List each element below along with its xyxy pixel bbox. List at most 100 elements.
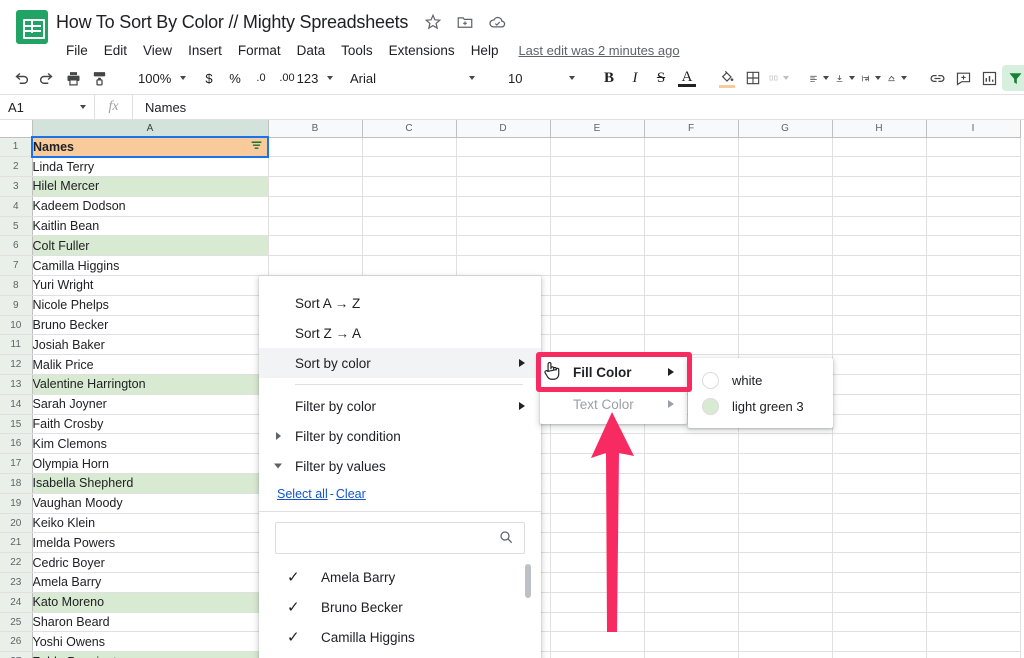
cloud-saved-icon[interactable] xyxy=(488,13,506,31)
row-header-8[interactable]: 8 xyxy=(0,275,33,296)
column-header-c[interactable]: C xyxy=(362,120,457,138)
cell-D5[interactable] xyxy=(456,216,551,237)
cell-A9[interactable]: Nicole Phelps xyxy=(32,295,269,316)
cell-I12[interactable] xyxy=(926,354,1021,376)
row-header-20[interactable]: 20 xyxy=(0,513,33,534)
row-header-2[interactable]: 2 xyxy=(0,156,33,178)
cell-H17[interactable] xyxy=(832,453,927,475)
cell-A3[interactable]: Hilel Mercer xyxy=(32,176,269,197)
menu-insert[interactable]: Insert xyxy=(180,40,230,61)
cell-C4[interactable] xyxy=(362,196,457,217)
row-header-1[interactable]: 1 xyxy=(0,137,33,158)
cell-A5[interactable]: Kaitlin Bean xyxy=(32,216,269,237)
fill-color-icon[interactable] xyxy=(714,65,740,91)
cell-F4[interactable] xyxy=(644,196,739,217)
cell-E26[interactable] xyxy=(550,631,645,653)
cell-E5[interactable] xyxy=(550,216,645,237)
cell-F27[interactable] xyxy=(644,651,739,658)
menu-tools[interactable]: Tools xyxy=(333,40,381,61)
cell-E17[interactable] xyxy=(550,453,645,475)
row-header-19[interactable]: 19 xyxy=(0,493,33,514)
cell-F11[interactable] xyxy=(644,334,739,356)
cell-I1[interactable] xyxy=(926,137,1021,158)
formula-input[interactable]: Names xyxy=(133,100,186,115)
cell-I3[interactable] xyxy=(926,176,1021,197)
cell-G18[interactable] xyxy=(738,473,833,494)
chart-icon[interactable] xyxy=(976,65,1002,91)
cell-G16[interactable] xyxy=(738,433,833,455)
cell-C3[interactable] xyxy=(362,176,457,197)
cell-A27[interactable]: Zelda Pennington xyxy=(32,651,269,658)
filter-value-item[interactable]: ✓Cedric Boyer xyxy=(259,652,541,658)
cell-F25[interactable] xyxy=(644,612,739,633)
cell-I27[interactable] xyxy=(926,651,1021,658)
print-icon[interactable] xyxy=(60,65,86,91)
font-size-chevron-icon[interactable] xyxy=(556,65,582,91)
row-header-21[interactable]: 21 xyxy=(0,532,33,554)
text-color-button[interactable]: A xyxy=(674,65,700,91)
link-icon[interactable] xyxy=(924,65,950,91)
cell-F2[interactable] xyxy=(644,156,739,178)
row-header-17[interactable]: 17 xyxy=(0,453,33,475)
cell-E8[interactable] xyxy=(550,275,645,296)
cell-H8[interactable] xyxy=(832,275,927,296)
cell-E24[interactable] xyxy=(550,592,645,613)
cell-I26[interactable] xyxy=(926,631,1021,653)
cell-E21[interactable] xyxy=(550,532,645,554)
cell-I11[interactable] xyxy=(926,334,1021,356)
filter-button-icon[interactable] xyxy=(250,139,263,155)
cell-F26[interactable] xyxy=(644,631,739,653)
redo-icon[interactable] xyxy=(34,65,60,91)
cell-A15[interactable]: Faith Crosby xyxy=(32,414,269,435)
cell-F7[interactable] xyxy=(644,255,739,277)
cell-F20[interactable] xyxy=(644,513,739,534)
cell-E19[interactable] xyxy=(550,493,645,514)
cell-F5[interactable] xyxy=(644,216,739,237)
cell-B1[interactable] xyxy=(268,137,363,158)
strikethrough-button[interactable]: S xyxy=(648,65,674,91)
cell-G4[interactable] xyxy=(738,196,833,217)
cell-H15[interactable] xyxy=(832,414,927,435)
cell-E4[interactable] xyxy=(550,196,645,217)
text-wrap-icon[interactable] xyxy=(858,65,884,91)
cell-G25[interactable] xyxy=(738,612,833,633)
cell-I13[interactable] xyxy=(926,374,1021,395)
cell-H22[interactable] xyxy=(832,552,927,574)
cell-I23[interactable] xyxy=(926,572,1021,593)
cell-A26[interactable]: Yoshi Owens xyxy=(32,631,269,653)
cell-F3[interactable] xyxy=(644,176,739,197)
move-to-folder-icon[interactable] xyxy=(456,13,474,31)
cell-A17[interactable]: Olympia Horn xyxy=(32,453,269,475)
cell-F1[interactable] xyxy=(644,137,739,158)
name-box[interactable]: A1 xyxy=(0,95,95,119)
cell-F22[interactable] xyxy=(644,552,739,574)
cell-C2[interactable] xyxy=(362,156,457,178)
cell-A18[interactable]: Isabella Shepherd xyxy=(32,473,269,494)
menu-help[interactable]: Help xyxy=(463,40,507,61)
cell-H9[interactable] xyxy=(832,295,927,316)
row-header-25[interactable]: 25 xyxy=(0,612,33,633)
cell-E11[interactable] xyxy=(550,334,645,356)
cell-E27[interactable] xyxy=(550,651,645,658)
cell-G24[interactable] xyxy=(738,592,833,613)
zoom-selector[interactable]: 100% xyxy=(126,65,187,91)
select-all-corner[interactable] xyxy=(0,120,33,138)
cell-E7[interactable] xyxy=(550,255,645,277)
column-header-a[interactable]: A xyxy=(32,120,269,138)
decrease-decimal-button[interactable]: .0 xyxy=(248,65,274,91)
cell-E23[interactable] xyxy=(550,572,645,593)
filter-icon[interactable] xyxy=(1002,65,1024,91)
cell-H11[interactable] xyxy=(832,334,927,356)
cell-E20[interactable] xyxy=(550,513,645,534)
cell-D7[interactable] xyxy=(456,255,551,277)
row-header-23[interactable]: 23 xyxy=(0,572,33,593)
cell-I5[interactable] xyxy=(926,216,1021,237)
row-header-14[interactable]: 14 xyxy=(0,394,33,415)
cell-G6[interactable] xyxy=(738,235,833,257)
cell-F19[interactable] xyxy=(644,493,739,514)
currency-format-button[interactable]: $ xyxy=(196,65,222,91)
cell-E18[interactable] xyxy=(550,473,645,494)
cell-H20[interactable] xyxy=(832,513,927,534)
cell-I20[interactable] xyxy=(926,513,1021,534)
cell-A16[interactable]: Kim Clemons xyxy=(32,433,269,455)
